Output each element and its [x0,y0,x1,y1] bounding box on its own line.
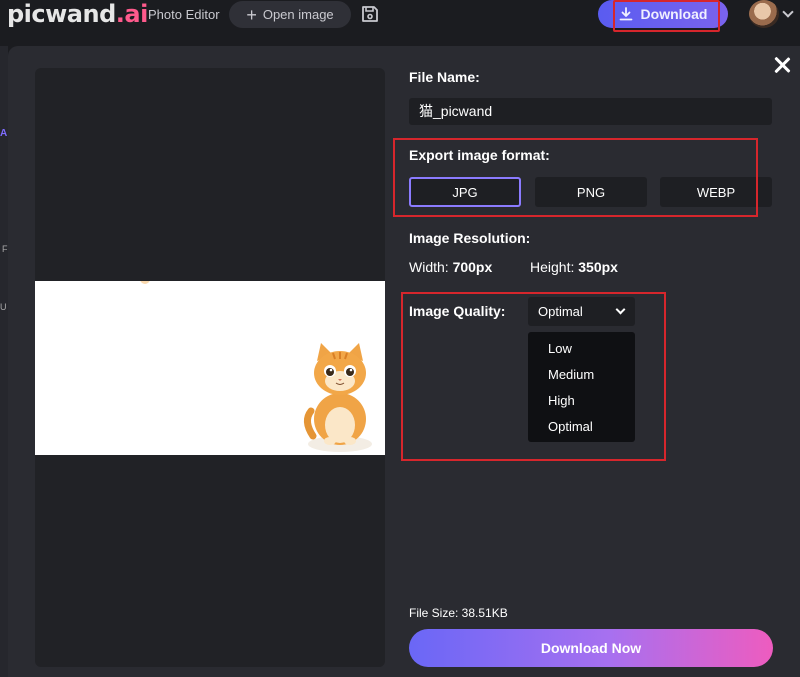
save-icon[interactable] [360,4,380,24]
file-name-input[interactable]: 猫_picwand [409,98,772,125]
top-bar: picwand.ai Photo Editor + Open image Dow… [0,0,800,32]
logo-suffix: .ai [115,0,149,28]
image-preview [35,68,385,667]
height-value: 350px [578,259,618,275]
open-image-button[interactable]: + Open image [229,1,351,28]
file-size-text: File Size: 38.51KB [409,606,508,620]
chevron-down-icon[interactable] [782,6,794,18]
download-button[interactable]: Download [598,0,728,32]
logo-text: picwand [7,0,116,28]
preview-image [35,274,385,455]
sidebar-fragment-f: F [2,244,8,254]
avatar[interactable] [749,0,779,28]
file-name-label: File Name: [409,69,480,85]
sidebar-fragment-a: A [0,128,8,139]
editor-label: Photo Editor [148,7,220,22]
left-panel: A F U [0,46,8,677]
height-label: Height: [530,259,575,275]
quality-highlight-box [401,292,666,461]
width-info: Width: 700px [409,259,492,275]
open-image-label: Open image [262,7,334,22]
download-now-button[interactable]: Download Now [409,629,773,667]
cat-illustration [140,274,372,452]
resolution-label: Image Resolution: [409,230,531,246]
height-info: Height: 350px [530,259,618,275]
download-icon [619,7,632,21]
width-value: 700px [452,259,493,275]
picwand-logo[interactable]: picwand.ai [7,0,148,28]
width-label: Width: [409,259,449,275]
close-icon[interactable] [773,56,791,74]
format-highlight-box [393,138,758,217]
plus-icon: + [246,4,257,25]
download-label: Download [640,6,708,22]
sidebar-fragment-u: U [0,302,7,312]
